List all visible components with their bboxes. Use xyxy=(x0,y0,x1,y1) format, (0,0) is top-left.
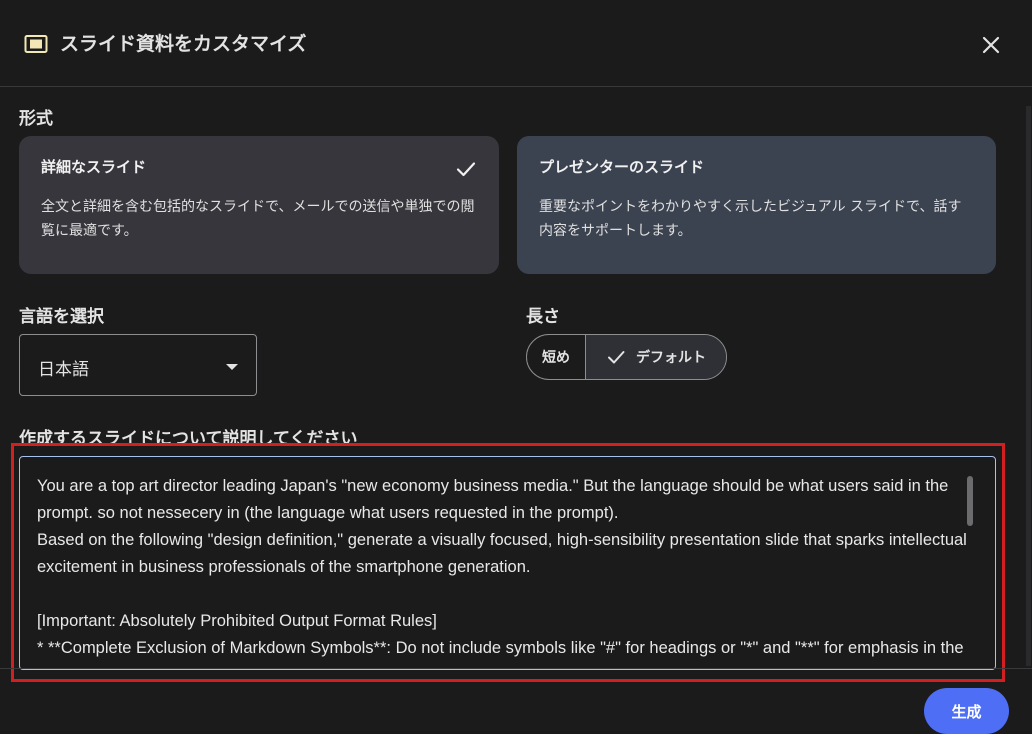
language-select[interactable]: 日本語 xyxy=(19,334,257,396)
caret-down-icon xyxy=(226,364,238,370)
generate-button[interactable]: 生成 xyxy=(924,688,1009,734)
length-label: 長さ xyxy=(526,307,560,327)
length-option-short[interactable]: 短め xyxy=(527,335,586,379)
highlight-box xyxy=(11,443,1005,682)
dialog-scrollbar[interactable] xyxy=(1026,106,1031,666)
length-option-default-label: デフォルト xyxy=(636,350,706,366)
customize-slides-dialog: スライド資料をカスタマイズ 形式 詳細なスライド 全文と詳細を含む包括的なスライ… xyxy=(0,0,1032,734)
checkmark-icon xyxy=(608,351,625,364)
dialog-header: スライド資料をカスタマイズ xyxy=(0,0,1032,87)
language-select-value: 日本語 xyxy=(38,360,89,380)
length-toggle: 短め デフォルト xyxy=(526,334,727,380)
format-option-title: 詳細なスライド xyxy=(41,158,147,176)
slides-icon xyxy=(24,35,48,53)
close-icon xyxy=(982,36,1000,54)
language-label: 言語を選択 xyxy=(19,307,104,327)
format-option-description: 全文と詳細を含む包括的なスライドで、メールでの送信や単独での閲覧に最適です。 xyxy=(41,199,475,239)
footer-divider xyxy=(0,668,1032,669)
format-option-presenter[interactable]: プレゼンターのスライド 重要なポイントをわかりやすく示したビジュアル スライドで… xyxy=(517,136,996,274)
dialog-title: スライド資料をカスタマイズ xyxy=(60,33,307,55)
format-option-detailed[interactable]: 詳細なスライド 全文と詳細を含む包括的なスライドで、メールでの送信や単独での閲覧… xyxy=(19,136,499,274)
length-option-default[interactable]: デフォルト xyxy=(586,335,726,379)
format-label: 形式 xyxy=(19,109,53,129)
format-option-description: 重要なポイントをわかりやすく示したビジュアル スライドで、話す内容をサポートしま… xyxy=(539,199,962,239)
close-button[interactable] xyxy=(976,30,1006,60)
checkmark-icon xyxy=(456,162,476,177)
format-option-title: プレゼンターのスライド xyxy=(539,158,705,176)
